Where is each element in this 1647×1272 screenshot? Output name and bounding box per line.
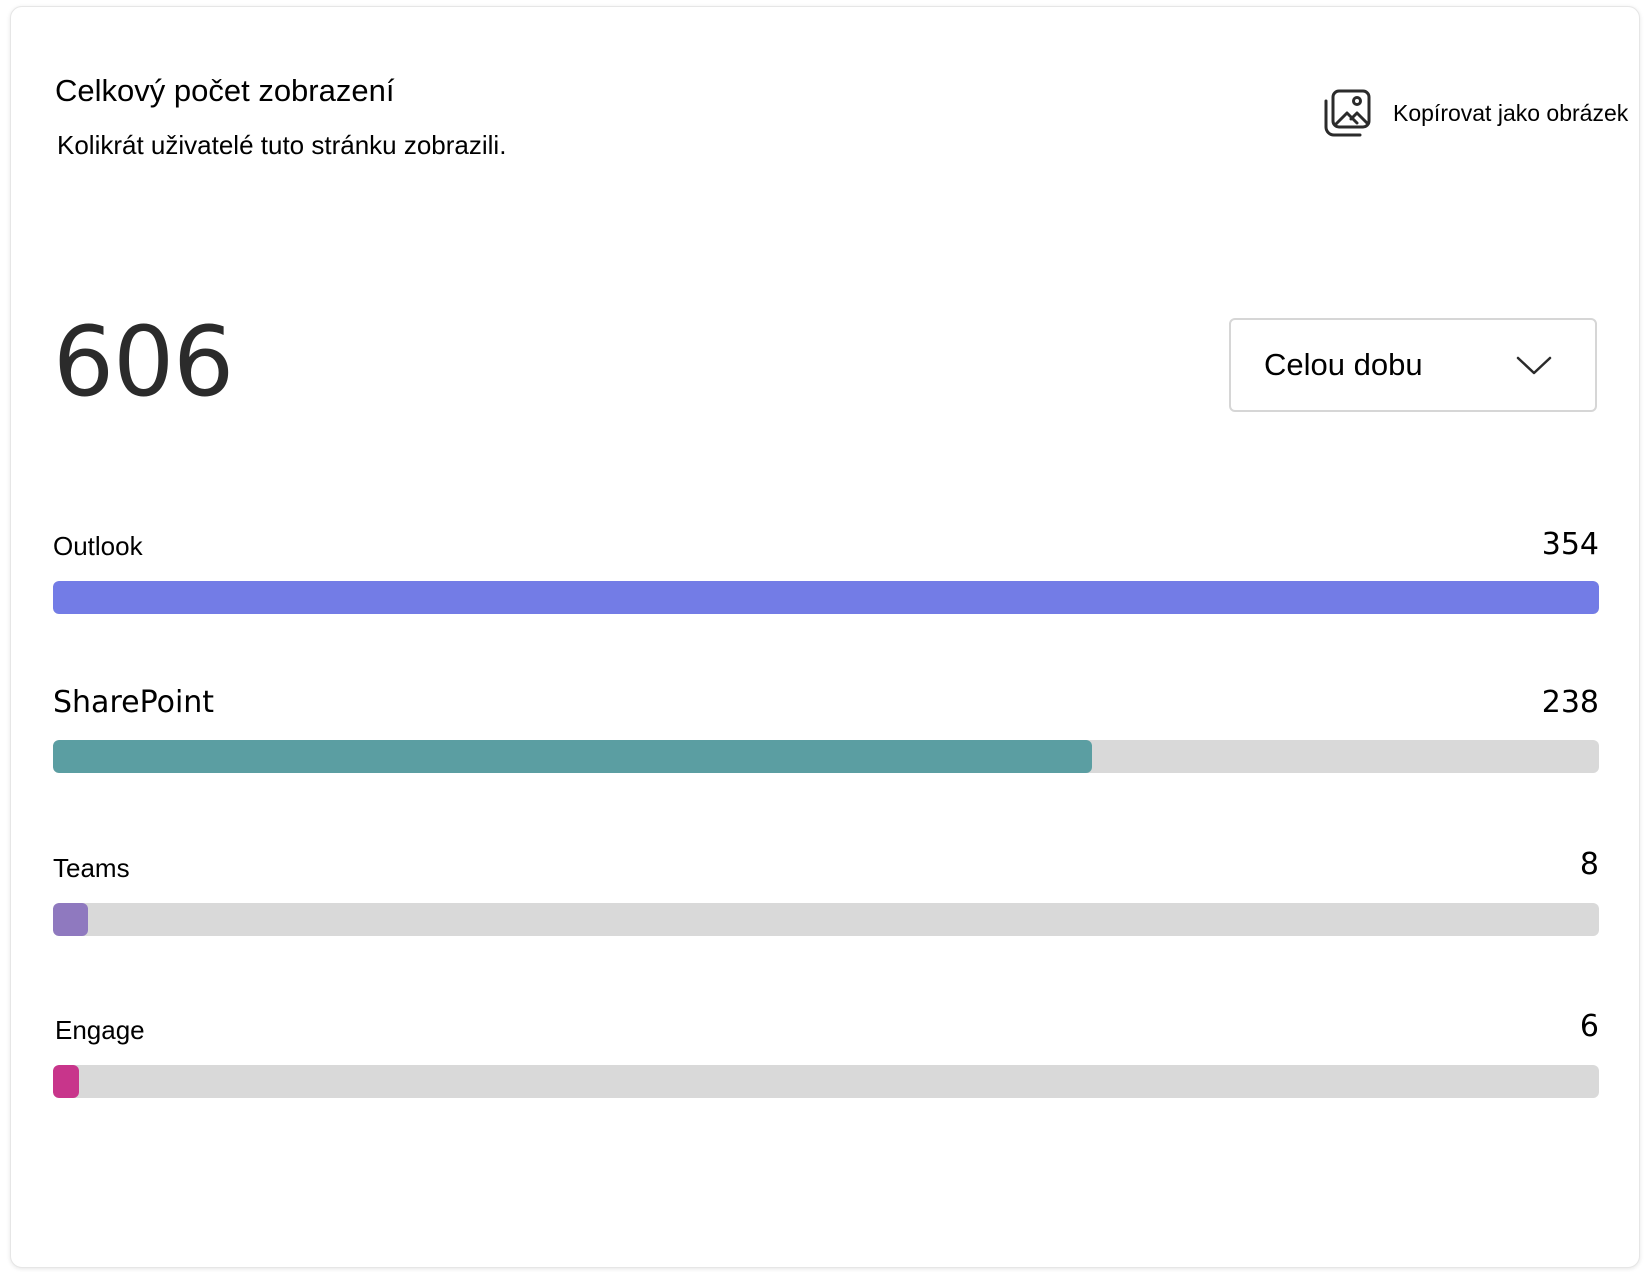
breakdown-track <box>53 903 1599 936</box>
breakdown-track <box>53 740 1599 773</box>
breakdown-track <box>53 1065 1599 1098</box>
views-card: Celkový počet zobrazení Kolikrát uživate… <box>10 6 1640 1268</box>
breakdown-bar <box>53 581 1599 614</box>
breakdown-count: 238 <box>1541 685 1599 720</box>
image-copy-icon <box>1321 87 1373 139</box>
breakdown-bar <box>53 1065 80 1098</box>
time-range-selected: Celou dobu <box>1264 347 1423 382</box>
breakdown-label: Engage <box>55 1015 145 1045</box>
breakdown-count: 354 <box>1541 527 1599 562</box>
breakdown-bar <box>53 740 1093 773</box>
breakdown-label: Teams <box>53 853 130 883</box>
copy-as-image-label: Kopírovat jako obrázek <box>1393 99 1629 126</box>
card-title: Celkový počet zobrazení <box>55 73 395 108</box>
card-subtitle: Kolikrát uživatelé tuto stránku zobrazil… <box>57 130 507 160</box>
time-range-dropdown[interactable]: Celou dobu <box>1229 318 1597 412</box>
breakdown-label: Outlook <box>53 531 143 561</box>
total-views-value: 606 <box>53 306 234 418</box>
chevron-down-icon <box>1515 354 1553 376</box>
breakdown-bar <box>53 903 88 936</box>
breakdown-count: 6 <box>1579 1009 1599 1044</box>
breakdown-track <box>53 581 1599 614</box>
breakdown-count: 8 <box>1579 847 1599 882</box>
breakdown-label: SharePoint <box>53 685 215 720</box>
copy-as-image-button[interactable]: Kopírovat jako obrázek <box>1321 85 1628 141</box>
